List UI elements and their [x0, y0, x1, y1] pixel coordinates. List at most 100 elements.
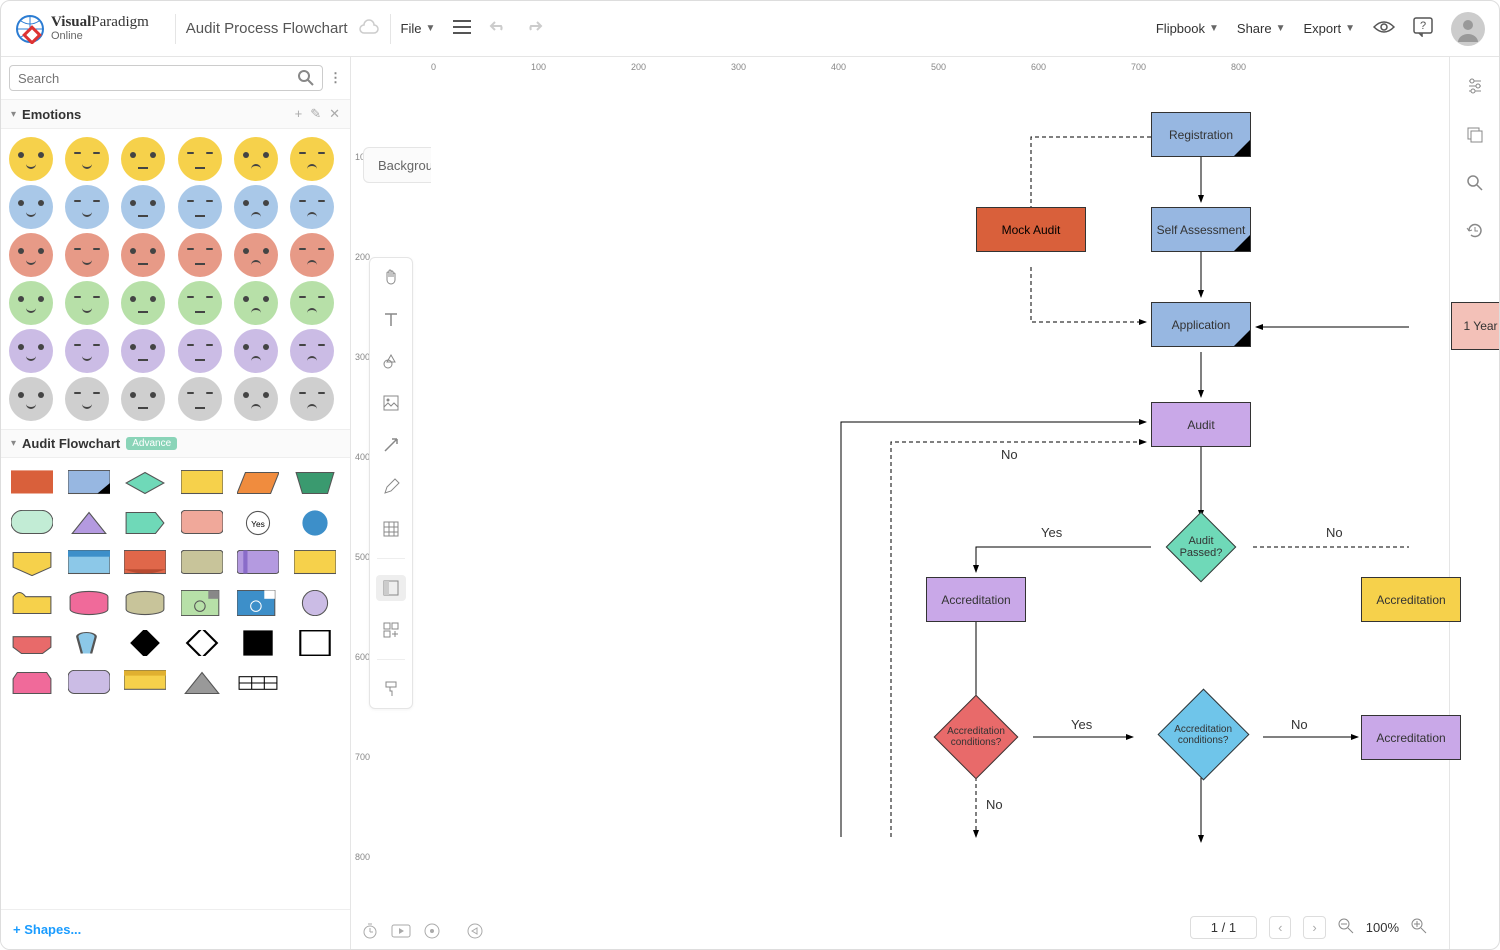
- flowchart-section-header[interactable]: ▾ Audit Flowchart Advance: [1, 429, 350, 458]
- node-mock-audit[interactable]: Mock Audit: [976, 207, 1086, 252]
- palette-shape[interactable]: [11, 468, 53, 498]
- file-menu[interactable]: File▼: [401, 21, 436, 36]
- palette-shape[interactable]: [237, 468, 279, 498]
- node-audit[interactable]: Audit: [1151, 402, 1251, 447]
- add-icon[interactable]: +: [295, 106, 303, 122]
- palette-shape[interactable]: [294, 588, 336, 618]
- zoom-out-icon[interactable]: [1338, 918, 1354, 937]
- copy-icon[interactable]: [1466, 126, 1484, 147]
- emotion-shape[interactable]: [178, 329, 222, 373]
- palette-shape[interactable]: [294, 508, 336, 538]
- emotion-shape[interactable]: [234, 377, 278, 421]
- layers-icon[interactable]: [465, 922, 485, 943]
- text-tool[interactable]: [376, 306, 406, 332]
- search-input[interactable]: [9, 65, 323, 91]
- search-icon[interactable]: [1467, 175, 1483, 194]
- palette-shape[interactable]: Yes: [237, 508, 279, 538]
- emotion-shape[interactable]: [9, 329, 53, 373]
- node-application[interactable]: Application: [1151, 302, 1251, 347]
- emotion-shape[interactable]: [178, 185, 222, 229]
- palette-shape[interactable]: [181, 468, 223, 498]
- document-title[interactable]: Audit Process Flowchart: [186, 20, 348, 37]
- share-menu[interactable]: Share▼: [1237, 21, 1286, 36]
- arrow-tool[interactable]: [376, 432, 406, 458]
- emotion-shape[interactable]: [234, 233, 278, 277]
- emotion-shape[interactable]: [121, 281, 165, 325]
- timer-icon[interactable]: [361, 922, 379, 943]
- emotion-shape[interactable]: [290, 377, 334, 421]
- side-panel-tool[interactable]: [376, 575, 406, 601]
- node-accreditation-2[interactable]: Accreditation: [1361, 577, 1461, 622]
- pen-tool[interactable]: [376, 474, 406, 500]
- palette-shape[interactable]: [68, 548, 110, 578]
- page-indicator[interactable]: 1 / 1: [1190, 916, 1257, 939]
- emotion-shape[interactable]: [9, 233, 53, 277]
- flipbook-menu[interactable]: Flipbook▼: [1156, 21, 1219, 36]
- emotion-shape[interactable]: [290, 329, 334, 373]
- palette-shape[interactable]: [11, 548, 53, 578]
- prev-page-button[interactable]: ‹: [1269, 916, 1291, 939]
- emotion-shape[interactable]: [65, 185, 109, 229]
- export-menu[interactable]: Export▼: [1304, 21, 1355, 36]
- emotions-section-header[interactable]: ▾ Emotions + ✎ ✕: [1, 99, 350, 129]
- emotion-shape[interactable]: [234, 329, 278, 373]
- emotion-shape[interactable]: [65, 329, 109, 373]
- history-icon[interactable]: [1466, 222, 1484, 243]
- palette-shape[interactable]: [294, 468, 336, 498]
- hand-tool[interactable]: [376, 264, 406, 290]
- palette-shape[interactable]: [11, 508, 53, 538]
- emotion-shape[interactable]: [290, 281, 334, 325]
- palette-shape[interactable]: [11, 628, 53, 658]
- node-audit-passed[interactable]: Audit Passed?: [1166, 512, 1237, 583]
- palette-shape[interactable]: [11, 588, 53, 618]
- palette-shape[interactable]: [181, 588, 223, 618]
- palette-shape[interactable]: [124, 548, 166, 578]
- node-waiting[interactable]: 1 Year Waiting Period: [1451, 302, 1500, 350]
- user-avatar[interactable]: [1451, 12, 1485, 46]
- palette-shape[interactable]: [68, 668, 110, 698]
- palette-shape[interactable]: [124, 468, 166, 498]
- play-icon[interactable]: [391, 922, 411, 943]
- help-icon[interactable]: ?: [1413, 17, 1433, 40]
- palette-shape[interactable]: [181, 548, 223, 578]
- emotion-shape[interactable]: [121, 233, 165, 277]
- palette-shape[interactable]: [68, 508, 110, 538]
- close-icon[interactable]: ✕: [329, 106, 340, 122]
- logo[interactable]: VisualParadigm Online: [15, 14, 165, 44]
- node-accreditation-1[interactable]: Accreditation: [926, 577, 1026, 622]
- palette-shape[interactable]: [181, 508, 223, 538]
- emotion-shape[interactable]: [9, 281, 53, 325]
- emotion-shape[interactable]: [234, 185, 278, 229]
- emotion-shape[interactable]: [178, 233, 222, 277]
- emotion-shape[interactable]: [121, 329, 165, 373]
- node-self-assessment[interactable]: Self Assessment: [1151, 207, 1251, 252]
- palette-shape[interactable]: [68, 468, 110, 498]
- palette-shape[interactable]: [124, 588, 166, 618]
- cloud-icon[interactable]: [358, 19, 380, 38]
- palette-shape[interactable]: [181, 668, 223, 698]
- palette-shape[interactable]: [237, 628, 279, 658]
- emotion-shape[interactable]: [178, 377, 222, 421]
- node-accreditation-3[interactable]: Accreditation: [1361, 715, 1461, 760]
- emotion-shape[interactable]: [9, 377, 53, 421]
- eye-icon[interactable]: [1373, 20, 1395, 37]
- emotion-shape[interactable]: [9, 137, 53, 181]
- emotion-shape[interactable]: [290, 185, 334, 229]
- diagram-canvas[interactable]: Mock Audit (dashed) -->: [431, 77, 1409, 909]
- more-shapes-button[interactable]: + Shapes...: [1, 909, 350, 949]
- canvas-area[interactable]: 0100200300400500600700800 10020030040050…: [351, 57, 1449, 949]
- redo-icon[interactable]: [525, 19, 543, 38]
- node-cond-2[interactable]: Accreditation conditions?: [1158, 689, 1250, 781]
- zoom-level[interactable]: 100%: [1366, 920, 1399, 935]
- next-page-button[interactable]: ›: [1303, 916, 1325, 939]
- palette-shape[interactable]: [237, 588, 279, 618]
- palette-shape[interactable]: [181, 628, 223, 658]
- zoom-in-icon[interactable]: [1411, 918, 1427, 937]
- emotion-shape[interactable]: [121, 377, 165, 421]
- image-tool[interactable]: [376, 390, 406, 416]
- sliders-icon[interactable]: [1466, 77, 1484, 98]
- undo-icon[interactable]: [489, 19, 507, 38]
- format-painter-tool[interactable]: [376, 676, 406, 702]
- components-tool[interactable]: [376, 617, 406, 643]
- palette-shape[interactable]: [124, 628, 166, 658]
